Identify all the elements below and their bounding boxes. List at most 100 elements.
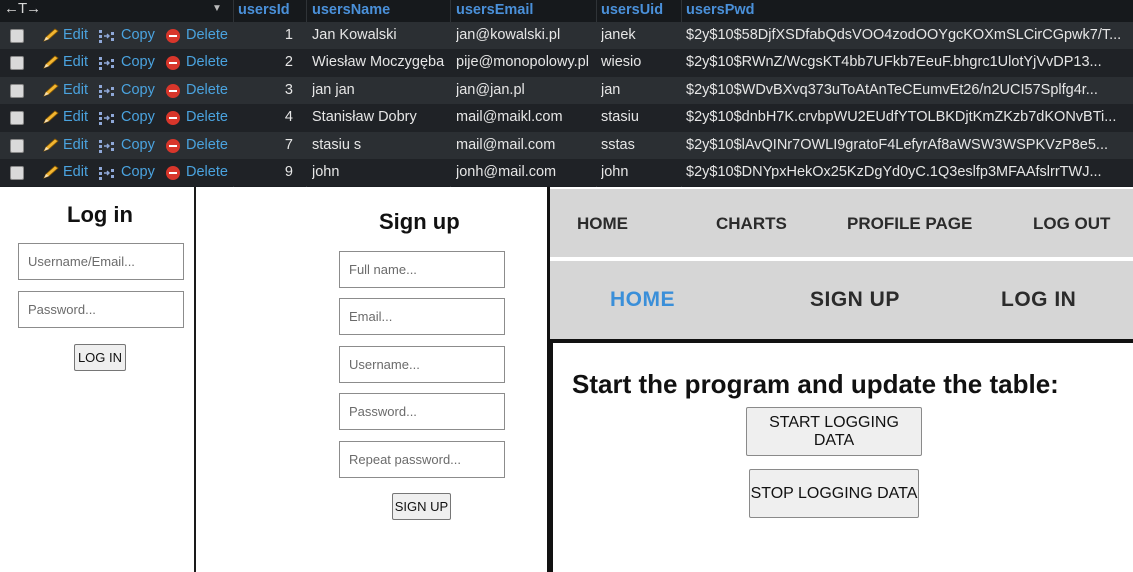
cell-usersemail: mail@maikl.com [456,109,563,126]
nav-home-link[interactable]: HOME [577,214,628,234]
copy-link[interactable]: Copy [121,27,155,43]
stop-logging-button[interactable]: STOP LOGGING DATA [749,469,919,518]
cell-usersname: john [312,164,340,180]
edit-link[interactable]: Edit [63,109,88,125]
delete-link[interactable]: Delete [186,109,228,125]
cell-userspwd: $2y$10$dnbH7K.crvbpWU2EUdfYTOLBKDjtKmZKz… [686,109,1117,126]
nav-login-link[interactable]: LOG IN [1001,288,1076,312]
pencil-icon[interactable] [43,28,60,42]
pencil-icon[interactable] [43,83,60,97]
edit-link[interactable]: Edit [63,27,88,43]
sort-dropdown-icon[interactable]: ▼ [212,3,222,14]
table-row[interactable]: Edit Copy Delete 4 Stanisław Dobry mail@maikl… [0,104,1133,132]
cell-usersid: 3 [284,81,293,98]
copy-icon[interactable] [98,139,116,153]
delete-link[interactable]: Delete [186,137,228,153]
cell-usersemail: mail@mail.com [456,136,556,153]
cell-userspwd: $2y$10$DNYpxHekOx25KzDgYd0yC.1Q3eslfp3MF… [686,164,1102,180]
column-header-usersemail[interactable]: usersEmail [456,2,533,18]
cell-userspwd: $2y$10$RWnZ/WcgsKT4bb7UFkb7EeuF.bhgrc1Ul… [686,54,1102,71]
table-row[interactable]: Edit Copy Delete 7 stasiu s mail@mail.com ssta… [0,131,1133,159]
column-header-usersid[interactable]: usersId [238,2,290,18]
cell-usersemail: jonh@mail.com [456,164,557,180]
pencil-icon[interactable] [43,165,60,179]
delete-icon[interactable] [166,111,180,126]
edit-link[interactable]: Edit [63,137,88,153]
row-checkbox[interactable] [10,29,24,43]
login-password-input[interactable] [18,291,184,328]
edit-link[interactable]: Edit [63,82,88,98]
signup-username-input[interactable] [339,346,505,383]
copy-link[interactable]: Copy [121,137,155,153]
delete-icon[interactable] [166,166,180,180]
copy-icon[interactable] [98,29,116,43]
cell-usersname: Jan Kowalski [312,27,397,43]
navbar-logged-in: HOME CHARTS PROFILE PAGE LOG OUT [550,189,1133,257]
cell-usersid: 1 [284,27,293,43]
cell-usersuid: wiesio [601,54,642,71]
signup-button[interactable]: SIGN UP [392,493,451,520]
delete-link[interactable]: Delete [186,27,228,43]
cell-usersname: stasiu s [312,136,362,153]
column-header-userspwd[interactable]: usersPwd [686,2,755,18]
cell-usersuid: john [601,164,629,180]
row-checkbox[interactable] [10,83,24,98]
table-row[interactable]: Edit Copy Delete 9 john jonh@mail.com john $2y$… [0,159,1133,187]
nav-charts-link[interactable]: CHARTS [716,214,787,234]
nav-signup-link[interactable]: SIGN UP [810,288,900,312]
login-button[interactable]: LOG IN [74,344,126,371]
nav-logout-link[interactable]: LOG OUT [1033,214,1110,234]
signup-fullname-input[interactable] [339,251,505,288]
cell-usersuid: jan [601,81,621,98]
copy-icon[interactable] [98,166,116,180]
pencil-icon[interactable] [43,55,60,70]
nav-profile-link[interactable]: PROFILE PAGE [847,214,972,234]
signup-email-input[interactable] [339,298,505,335]
copy-icon[interactable] [98,84,116,98]
copy-link[interactable]: Copy [121,54,155,70]
table-row[interactable]: Edit Copy Delete 2 Wiesław Moczygęba pije@mon… [0,49,1133,77]
delete-link[interactable]: Delete [186,54,228,70]
column-header-usersuid[interactable]: usersUid [601,2,663,18]
row-checkbox[interactable] [10,138,24,153]
signup-form-panel: Sign up SIGN UP [196,187,550,572]
delete-icon[interactable] [166,83,180,98]
nav-home-link-active[interactable]: HOME [610,288,675,312]
edit-link[interactable]: Edit [63,164,88,180]
delete-link[interactable]: Delete [186,82,228,98]
signup-repeat-password-input[interactable] [339,441,505,478]
cell-usersid: 7 [284,136,293,153]
table-row[interactable]: Edit Copy Delete 1 Jan Kowalski jan@kowalski.… [0,22,1133,50]
copy-icon[interactable] [98,56,116,71]
cell-usersname: Stanisław Dobry [312,109,417,126]
copy-link[interactable]: Copy [121,109,155,125]
delete-icon[interactable] [166,56,180,71]
delete-link[interactable]: Delete [186,164,228,180]
login-form-panel: Log in LOG IN [0,187,196,572]
start-logging-button[interactable]: START LOGGING DATA [746,407,922,456]
cell-usersuid: stasiu [601,109,639,126]
cell-usersid: 9 [284,164,293,180]
cell-usersid: 2 [284,54,293,71]
pencil-icon[interactable] [43,110,60,124]
row-checkbox[interactable] [10,166,24,180]
signup-password-input[interactable] [339,393,505,430]
pencil-icon[interactable] [43,138,60,152]
column-header-usersname[interactable]: usersName [312,2,390,18]
login-username-input[interactable] [18,243,184,280]
cell-usersid: 4 [284,109,293,126]
cell-usersemail: pije@monopolowy.pl [456,54,589,71]
cell-userspwd: $2y$10$WDvBXvq373uToAtAnTeCEumvEt26/n2UC… [686,81,1098,98]
delete-icon[interactable] [166,29,180,43]
table-row[interactable]: Edit Copy Delete 3 jan jan jan@jan.pl jan $2y$1… [0,76,1133,105]
copy-link[interactable]: Copy [121,82,155,98]
cell-userspwd: $2y$10$58DjfXSDfabQdsVOO4zodOOYgcKOXmSLC… [686,27,1122,43]
row-checkbox[interactable] [10,111,24,126]
copy-icon[interactable] [98,111,116,126]
delete-icon[interactable] [166,138,180,153]
edit-link[interactable]: Edit [63,54,88,70]
copy-link[interactable]: Copy [121,164,155,180]
column-toggle-arrows[interactable]: ←T→ [4,0,41,17]
row-checkbox[interactable] [10,56,24,71]
program-heading: Start the program and update the table: [572,369,1059,399]
